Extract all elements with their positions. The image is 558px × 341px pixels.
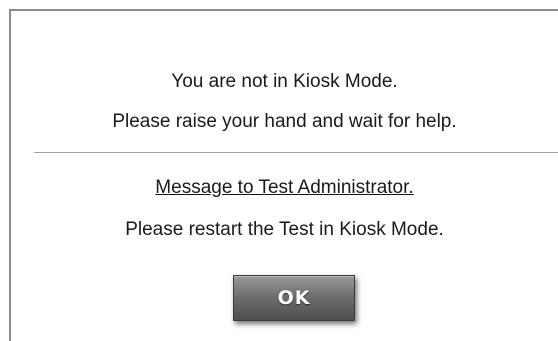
admin-message-heading-text: Message to Test Administrator. bbox=[155, 177, 414, 198]
ok-button[interactable]: OK bbox=[233, 275, 355, 321]
ok-button-label: OK bbox=[277, 287, 311, 309]
not-in-kiosk-message: You are not in Kiosk Mode. bbox=[171, 71, 398, 92]
divider bbox=[34, 152, 558, 153]
admin-message-heading: Message to Test Administrator. bbox=[11, 176, 558, 200]
raise-hand-message: Please raise your hand and wait for help… bbox=[112, 111, 457, 132]
restart-kiosk-message: Please restart the Test in Kiosk Mode. bbox=[125, 219, 444, 240]
kiosk-mode-dialog: You are not in Kiosk Mode. Please raise … bbox=[9, 9, 558, 341]
